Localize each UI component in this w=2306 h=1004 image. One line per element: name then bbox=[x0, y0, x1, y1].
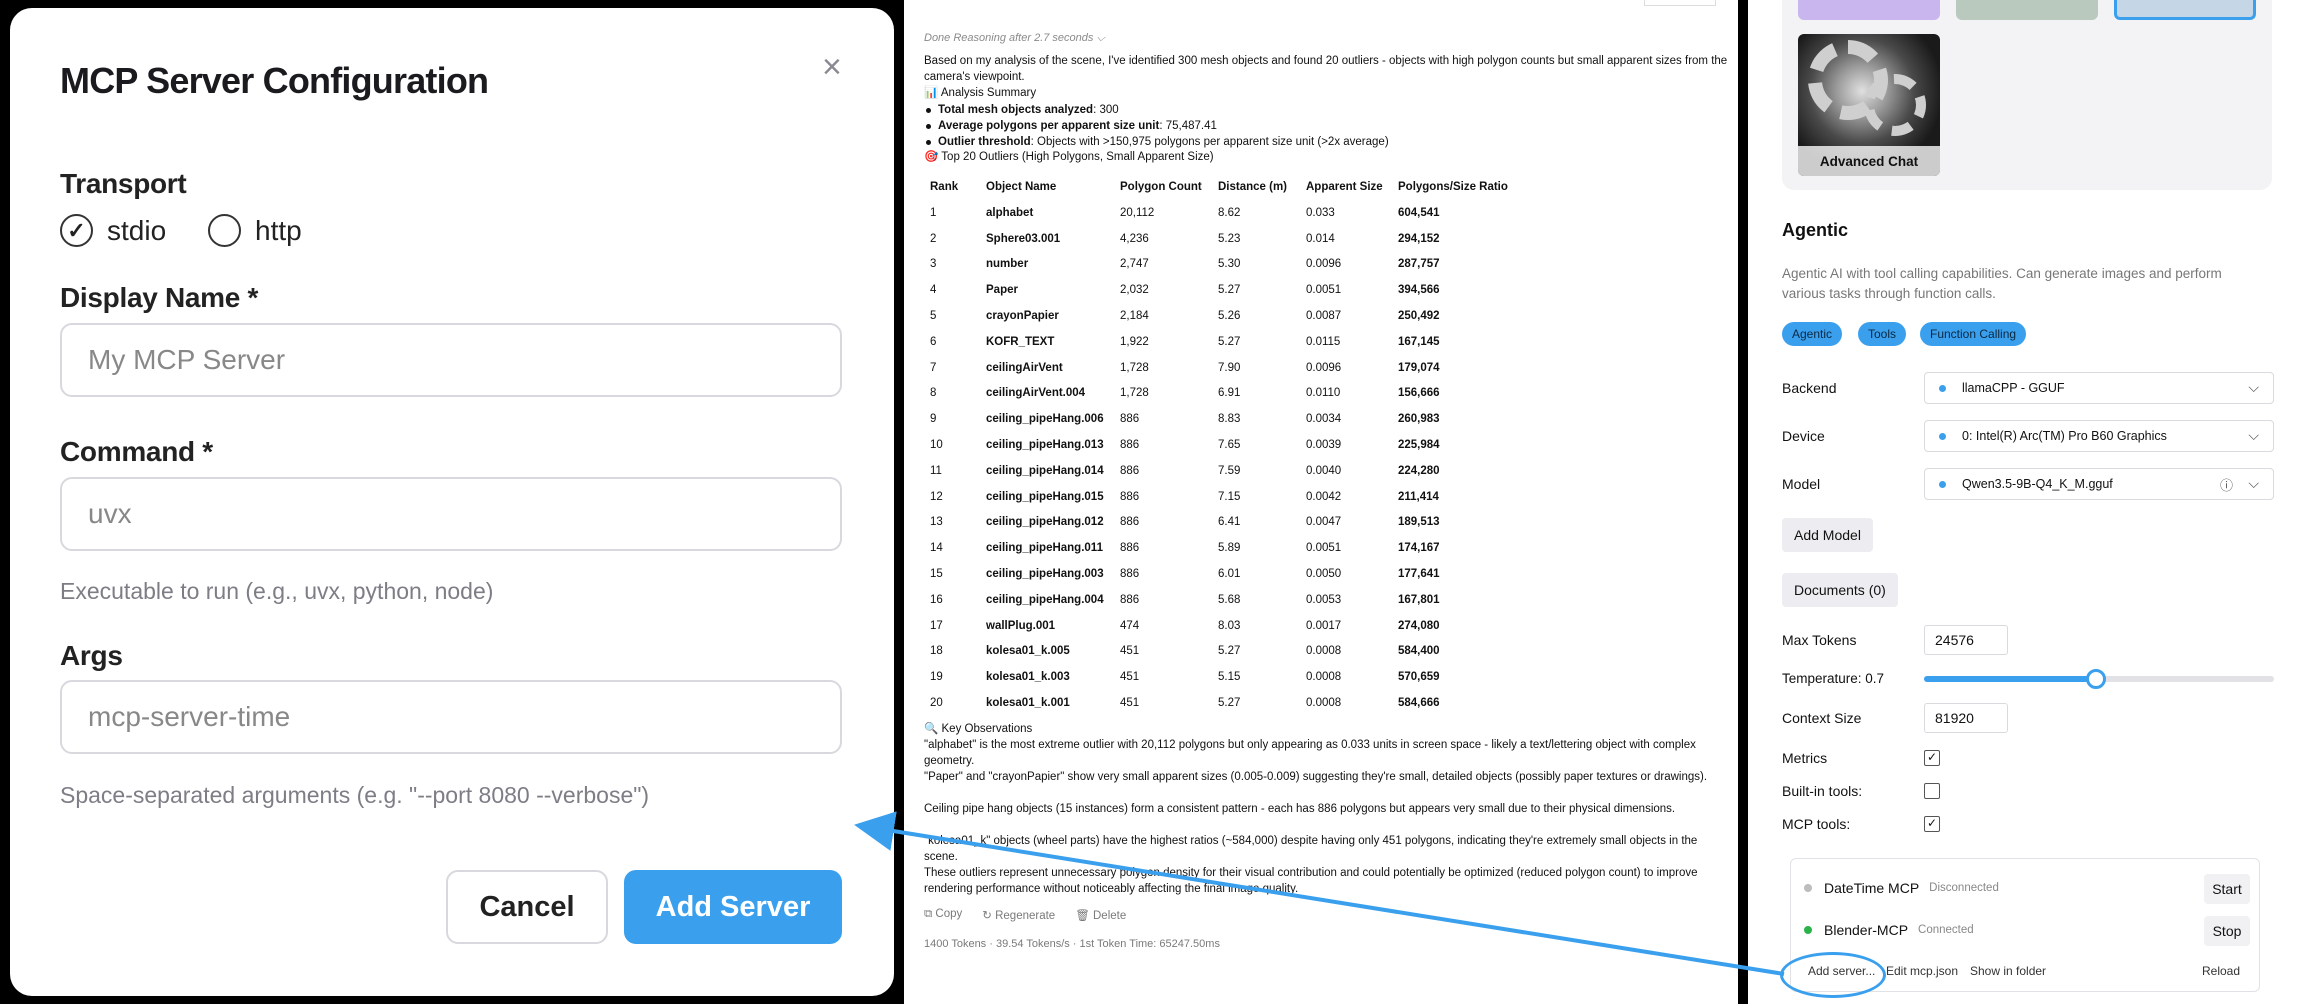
annotation-arrow bbox=[854, 811, 1785, 976]
